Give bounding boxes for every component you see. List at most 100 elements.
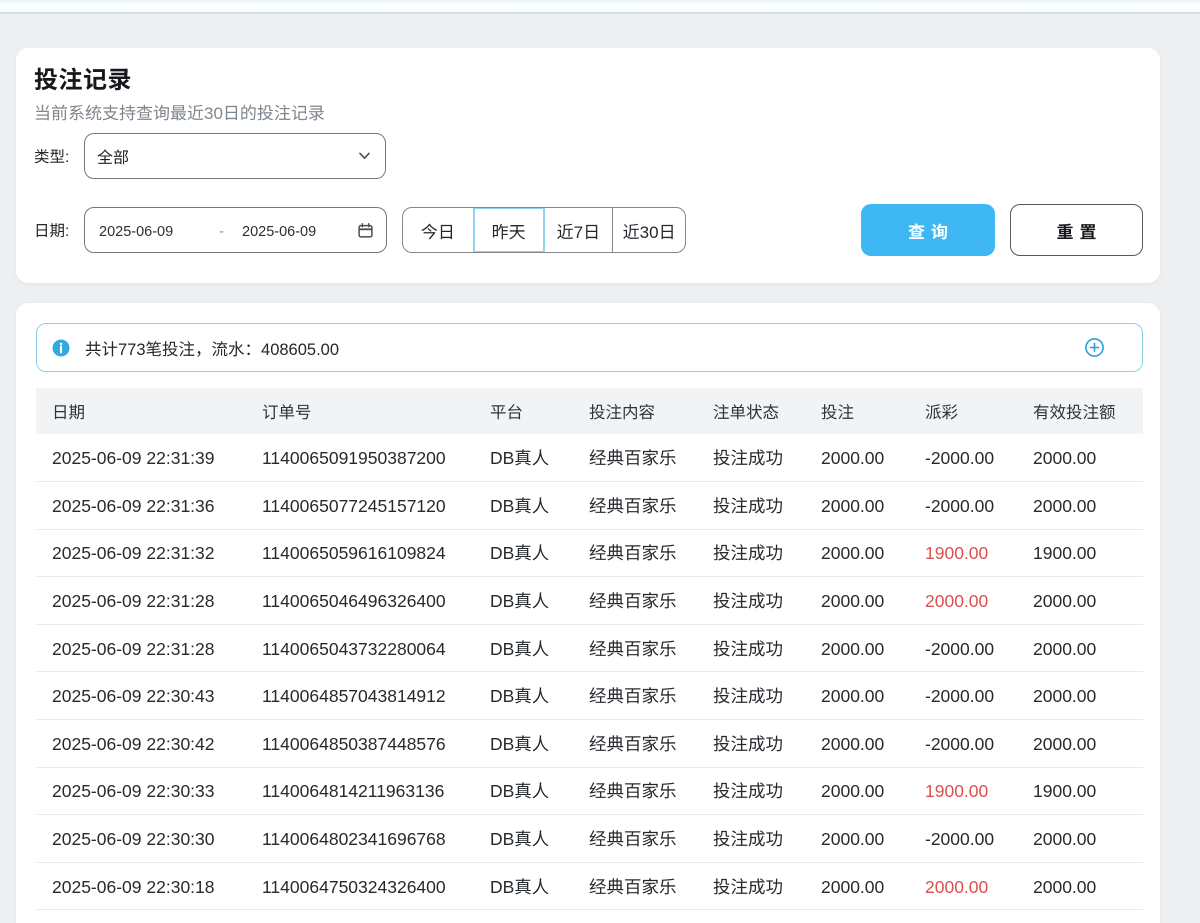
cell-bet: 2000.00 [805, 767, 909, 815]
table-row: 2025-06-09 22:30:42 1140064850387448576 … [36, 720, 1143, 768]
cell-status: 投注成功 [697, 767, 805, 815]
expand-plus-icon[interactable] [1085, 338, 1104, 357]
cell-valid-bet: 2000.00 [1017, 720, 1143, 768]
cell-order-id: 1140064802341696768 [246, 815, 474, 863]
cell-platform: DB真人 [474, 815, 573, 863]
calendar-icon [358, 223, 373, 238]
cell-order-id: 1140064814211963136 [246, 767, 474, 815]
cell-order-id: 1140064750324326400 [246, 862, 474, 910]
col-header-valid-bet: 有效投注额 [1017, 388, 1143, 434]
cell-platform: DB真人 [474, 862, 573, 910]
cell-status: 投注成功 [697, 482, 805, 530]
summary-text: 共计773笔投注，流水：408605.00 [85, 336, 339, 360]
cell-payout: -2000.00 [909, 720, 1017, 768]
col-header-status: 注单状态 [697, 388, 805, 434]
cell-content: 经典百家乐 [573, 815, 697, 863]
cell-valid-bet: 2000.00 [1017, 672, 1143, 720]
cell-order-id: 1140065046496326400 [246, 577, 474, 625]
cell-date: 2025-06-09 22:31:39 [36, 434, 246, 482]
cell-valid-bet: 1900.00 [1017, 529, 1143, 577]
cell-payout: -2000.00 [909, 624, 1017, 672]
cell-status: 投注成功 [697, 672, 805, 720]
cell-platform: DB真人 [474, 720, 573, 768]
cell-status: 投注成功 [697, 624, 805, 672]
cell-payout: 2000.00 [909, 577, 1017, 625]
cell-status: 投注成功 [697, 577, 805, 625]
cell-date: 2025-06-09 22:31:28 [36, 577, 246, 625]
cell-bet: 2000.00 [805, 672, 909, 720]
filter-card: 投注记录 当前系统支持查询最近30日的投注记录 类型: 全部 日期: 2025-… [16, 48, 1160, 283]
type-select-value: 全部 [97, 144, 359, 168]
cell-bet: 2000.00 [805, 862, 909, 910]
cell-order-id: 1140065059616109824 [246, 529, 474, 577]
query-button[interactable]: 查询 [861, 204, 995, 256]
date-range-separator: - [219, 220, 224, 241]
cell-content: 经典百家乐 [573, 577, 697, 625]
table-row: 2025-06-09 22:30:30 1140064802341696768 … [36, 815, 1143, 863]
cell-content: 经典百家乐 [573, 624, 697, 672]
cell-date: 2025-06-09 22:30:18 [36, 862, 246, 910]
cell-payout: -2000.00 [909, 815, 1017, 863]
cell-order-id: 1140064850387448576 [246, 720, 474, 768]
date-label: 日期: [34, 219, 84, 241]
cell-order-id: 1140065091950387200 [246, 434, 474, 482]
cell-status: 投注成功 [697, 815, 805, 863]
cell-content: 经典百家乐 [573, 767, 697, 815]
table-header-row: 日期 订单号 平台 投注内容 注单状态 投注 派彩 有效投注额 [36, 388, 1143, 434]
table-row: 2025-06-09 22:30:18 1140064750324326400 … [36, 862, 1143, 910]
cell-bet: 2000.00 [805, 815, 909, 863]
cell-platform: DB真人 [474, 767, 573, 815]
cell-content: 经典百家乐 [573, 720, 697, 768]
cell-date: 2025-06-09 22:31:28 [36, 624, 246, 672]
table-row: 2025-06-09 22:31:39 1140065091950387200 … [36, 434, 1143, 482]
quick-range-yesterday[interactable]: 昨天 [473, 208, 544, 252]
reset-button[interactable]: 重置 [1010, 204, 1143, 256]
quick-range-7days[interactable]: 近7日 [544, 208, 613, 252]
cell-bet: 2000.00 [805, 624, 909, 672]
bet-records-table: 日期 订单号 平台 投注内容 注单状态 投注 派彩 有效投注额 2025-06-… [36, 388, 1143, 910]
quick-range-30days[interactable]: 近30日 [612, 208, 685, 252]
col-header-payout: 派彩 [909, 388, 1017, 434]
table-row: 2025-06-09 22:31:28 1140065046496326400 … [36, 577, 1143, 625]
table-row: 2025-06-09 22:31:32 1140065059616109824 … [36, 529, 1143, 577]
cell-valid-bet: 2000.00 [1017, 434, 1143, 482]
type-select[interactable]: 全部 [84, 133, 386, 179]
table-row: 2025-06-09 22:30:43 1140064857043814912 … [36, 672, 1143, 720]
cell-platform: DB真人 [474, 624, 573, 672]
cell-valid-bet: 2000.00 [1017, 815, 1143, 863]
table-row: 2025-06-09 22:31:36 1140065077245157120 … [36, 482, 1143, 530]
cell-order-id: 1140065077245157120 [246, 482, 474, 530]
cell-status: 投注成功 [697, 529, 805, 577]
table-row: 2025-06-09 22:31:28 1140065043732280064 … [36, 624, 1143, 672]
cell-platform: DB真人 [474, 672, 573, 720]
cell-content: 经典百家乐 [573, 862, 697, 910]
cell-content: 经典百家乐 [573, 434, 697, 482]
col-header-date: 日期 [36, 388, 246, 434]
cell-order-id: 1140064857043814912 [246, 672, 474, 720]
quick-range-today[interactable]: 今日 [403, 208, 473, 252]
cell-date: 2025-06-09 22:30:30 [36, 815, 246, 863]
date-end-value[interactable]: 2025-06-09 [242, 220, 316, 241]
cell-bet: 2000.00 [805, 434, 909, 482]
page-subtitle: 当前系统支持查询最近30日的投注记录 [34, 101, 1143, 123]
cell-valid-bet: 2000.00 [1017, 577, 1143, 625]
cell-platform: DB真人 [474, 482, 573, 530]
date-range-input[interactable]: 2025-06-09 - 2025-06-09 [84, 207, 387, 253]
cell-payout: -2000.00 [909, 672, 1017, 720]
cell-platform: DB真人 [474, 577, 573, 625]
summary-alert: 共计773笔投注，流水：408605.00 [36, 323, 1143, 372]
cell-order-id: 1140065043732280064 [246, 624, 474, 672]
cell-status: 投注成功 [697, 862, 805, 910]
cell-date: 2025-06-09 22:31:32 [36, 529, 246, 577]
cell-status: 投注成功 [697, 434, 805, 482]
cell-date: 2025-06-09 22:30:33 [36, 767, 246, 815]
cell-payout: 1900.00 [909, 767, 1017, 815]
date-start-value[interactable]: 2025-06-09 [99, 220, 173, 241]
col-header-bet: 投注 [805, 388, 909, 434]
quick-range-group: 今日 昨天 近7日 近30日 [402, 207, 686, 253]
cell-status: 投注成功 [697, 720, 805, 768]
chevron-down-icon [359, 152, 370, 160]
cell-payout: 2000.00 [909, 862, 1017, 910]
col-header-order-id: 订单号 [246, 388, 474, 434]
cell-valid-bet: 1900.00 [1017, 767, 1143, 815]
